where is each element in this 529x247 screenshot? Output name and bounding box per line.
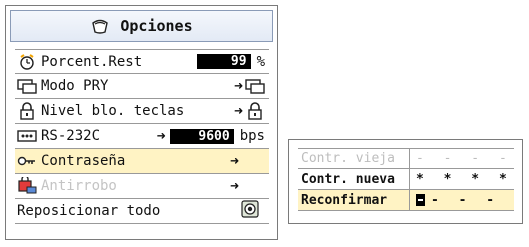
key-icon [17, 152, 37, 170]
timer-icon [17, 53, 37, 71]
serial-port-icon [17, 127, 37, 145]
menu-item-porcent-rest[interactable]: Porcent.Rest 99 % [15, 49, 269, 74]
lock-icon [17, 102, 37, 120]
password-entry-field[interactable]: - - - [410, 193, 514, 208]
baud-rate-box[interactable]: 9600 [169, 128, 234, 144]
unit-label: % [256, 53, 265, 70]
password-label: Reconfirmar [298, 190, 410, 210]
reset-icon [241, 200, 259, 222]
menu-item-reposicionar-todo[interactable]: Reposicionar todo [15, 199, 269, 224]
menu-item-contrasena[interactable]: Contraseña ➜ [15, 149, 269, 174]
options-icon [90, 17, 110, 35]
lamp-value-box[interactable]: 99 [196, 54, 251, 69]
cursor-icon [416, 194, 425, 206]
password-row-old[interactable]: Contr. vieja - - - - [298, 148, 514, 169]
projection-icon [245, 77, 265, 95]
menu-item-antirrobo[interactable]: Antirrobo ➜ [15, 174, 269, 199]
menu-item-label: Nivel blo. teclas [41, 103, 185, 119]
password-label: Contr. nueva [298, 169, 410, 189]
unit-label: bps [239, 128, 265, 144]
password-row-new[interactable]: Contr. nueva * * * * [298, 169, 514, 190]
password-dialog: Contr. vieja - - - - Contr. nueva * * * … [288, 139, 523, 224]
arrow-right-icon: ➜ [233, 77, 243, 95]
menu-item-rs232c[interactable]: RS-232C ➜ 9600 bps [15, 124, 269, 149]
menu-item-label: RS-232C [41, 128, 101, 144]
password-row-confirm[interactable]: Reconfirmar - - - [298, 190, 514, 211]
menu-item-nivel-blo-teclas[interactable]: Nivel blo. teclas ➜ [15, 99, 269, 124]
menu-item-label: Reposicionar todo [17, 203, 161, 219]
options-menu: Opciones Porcent.Rest 99 % Modo PRY ➜ Ni… [5, 5, 278, 240]
password-value: - - - [431, 192, 501, 208]
password-table: Contr. vieja - - - - Contr. nueva * * * … [298, 148, 514, 211]
password-value[interactable]: - - - - [410, 151, 514, 166]
anti-theft-icon [17, 177, 37, 195]
arrow-right-icon: ➜ [229, 177, 239, 195]
projection-icon [17, 77, 37, 95]
menu-title-text: Opciones [120, 17, 193, 35]
arrow-right-icon: ➜ [156, 127, 166, 145]
lock-icon [245, 102, 265, 120]
menu-item-label: Contraseña [41, 153, 126, 169]
menu-item-label: Porcent.Rest [41, 53, 143, 70]
menu-item-modo-pry[interactable]: Modo PRY ➜ [15, 74, 269, 99]
arrow-right-icon: ➜ [233, 102, 243, 120]
menu-item-label: Modo PRY [41, 78, 109, 94]
menu-item-label: Antirrobo [41, 178, 117, 194]
password-label: Contr. vieja [298, 149, 410, 168]
password-value[interactable]: * * * * [410, 172, 514, 187]
arrow-right-icon: ➜ [229, 152, 239, 170]
options-list: Porcent.Rest 99 % Modo PRY ➜ Nivel blo. … [15, 49, 269, 224]
menu-title: Opciones [10, 10, 273, 42]
